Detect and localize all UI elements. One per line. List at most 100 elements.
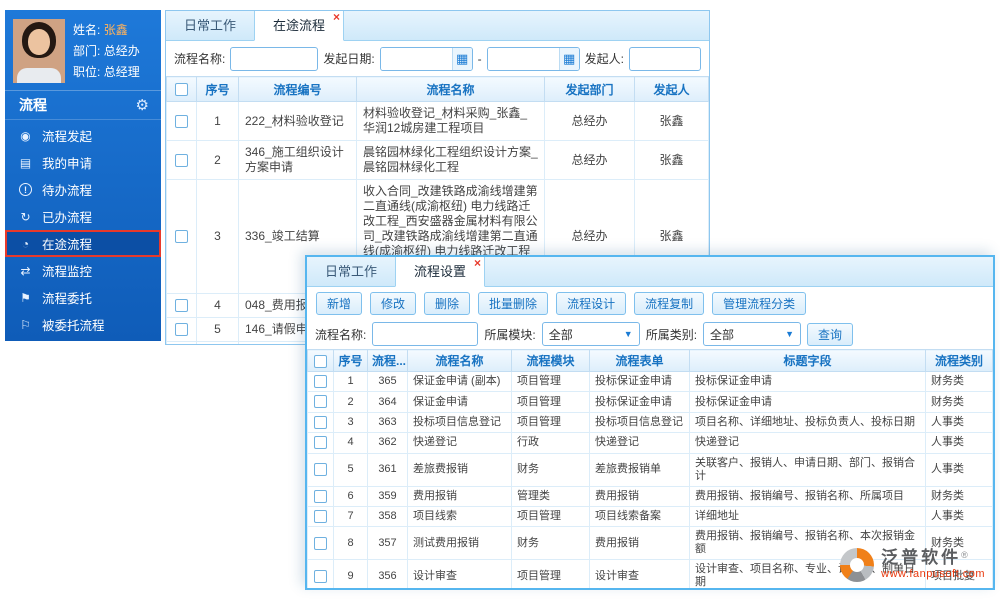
watermark-text: 泛普软件® www.fanpusoft.com [881, 548, 985, 582]
cell-name: 材料验收登记_材料采购_张鑫_华润12城房建工程项目 [356, 101, 545, 141]
cell-form: 投标项目信息登记 [589, 411, 690, 434]
tab-label: 日常工作 [325, 264, 378, 279]
cell-code: 356 [367, 559, 408, 588]
sidebar-item-process-delegate[interactable]: ⚑ 流程委托 [5, 284, 161, 311]
process-copy-button[interactable]: 流程复制 [634, 291, 705, 315]
tab-daily-work[interactable]: 日常工作 [307, 257, 395, 286]
col-header-module: 流程模块 [511, 349, 590, 372]
module-select[interactable]: 全部 ▼ [541, 322, 640, 346]
row-checkbox[interactable] [314, 510, 327, 524]
table-row[interactable]: 5 361 差旅费报销 财务 差旅费报销单 关联客户、报销人、申请日期、部门、报销合计 人事… [307, 452, 993, 487]
name-label: 姓名: [73, 23, 101, 37]
document-icon: ▤ [19, 155, 32, 170]
title-value: 总经理 [103, 65, 140, 79]
date-to-input[interactable] [487, 47, 559, 70]
cell-dept: 总经办 [544, 101, 635, 141]
close-icon[interactable]: × [333, 11, 340, 23]
modify-button[interactable]: 修改 [370, 291, 417, 315]
close-icon[interactable]: × [474, 257, 481, 269]
gear-icon[interactable]: ⚙ [136, 96, 149, 114]
table-row[interactable]: 6 359 费用报销 管理类 费用报销 费用报销、报销编号、报销名称、所属项目 财务类 [307, 485, 993, 508]
sidebar-item-my-applications[interactable]: ▤ 我的申请 [5, 149, 161, 176]
sidebar-item-process-monitor[interactable]: ⇄ 流程监控 [5, 257, 161, 284]
row-checkbox[interactable] [314, 375, 327, 388]
table-row[interactable]: 2 364 保证金申请 项目管理 投标保证金申请 投标保证金申请 财务类 [307, 391, 993, 413]
date-separator: - [477, 51, 482, 66]
row-checkbox[interactable] [314, 489, 327, 503]
date-from-field: ▦ [379, 46, 473, 71]
header-row: 序号 流程... 流程名称 流程模块 流程表单 标题字段 流程类别 [307, 349, 993, 372]
calendar-icon[interactable]: ▦ [558, 47, 579, 70]
cell-no: 7 [333, 506, 368, 528]
sidebar-item-delegated-processes[interactable]: ⚐ 被委托流程 [5, 311, 161, 338]
cell-category: 人事类 [925, 432, 993, 454]
sidebar-item-process-initiate[interactable]: ◉ 流程发起 [5, 122, 161, 149]
row-checkbox[interactable] [314, 462, 327, 476]
table-row[interactable]: 1 365 保证金申请 (副本) 项目管理 投标保证金申请 投标保证金申请 财务类 [307, 370, 993, 393]
cell-module: 财务 [511, 452, 590, 487]
cell-form: 费用报销 [589, 526, 690, 561]
process-name-input[interactable] [372, 322, 479, 346]
add-button[interactable]: 新增 [316, 291, 363, 315]
date-from-input[interactable] [380, 47, 452, 70]
sidebar-item-pending-processes[interactable]: ! 待办流程 [5, 176, 161, 203]
row-checkbox[interactable] [175, 323, 188, 337]
col-header-name: 流程名称 [356, 76, 545, 102]
back-filter-bar: 流程名称: 发起日期: ▦ - ▦ 发起人: [166, 41, 709, 76]
sidebar-item-completed-processes[interactable]: ↻ 已办流程 [5, 203, 161, 230]
row-checkbox[interactable] [175, 153, 188, 167]
tab-label: 日常工作 [184, 18, 237, 33]
row-checkbox[interactable] [314, 395, 327, 409]
manage-category-button[interactable]: 管理流程分类 [712, 291, 807, 315]
row-checkbox[interactable] [314, 415, 327, 429]
delegate-icon: ⚑ [20, 290, 31, 305]
tab-process-settings[interactable]: 流程设置 × [395, 257, 486, 287]
sidebar-item-in-transit-processes[interactable]: ◔ 在途流程 [5, 230, 161, 257]
process-name-input[interactable] [230, 46, 319, 71]
select-all-checkbox[interactable] [314, 354, 327, 368]
delete-button[interactable]: 删除 [424, 291, 471, 315]
row-checkbox[interactable] [314, 569, 327, 583]
cell-module: 财务 [511, 526, 590, 561]
cell-code: 357 [367, 526, 408, 561]
cell-category: 人事类 [925, 411, 993, 434]
row-checkbox[interactable] [314, 536, 327, 550]
cell-fields: 费用报销、报销编号、报销名称、所属项目 [689, 485, 926, 508]
tab-in-transit[interactable]: 在途流程 × [254, 11, 345, 41]
table-row[interactable]: 7 358 项目线索 项目管理 项目线索备案 详细地址 人事类 [307, 506, 993, 528]
cell-form: 设计审查 [589, 559, 690, 588]
table-row[interactable]: 1 222_材料验收登记 材料验收登记_材料采购_张鑫_华润12城房建工程项目 总经办… [166, 101, 709, 141]
table-row[interactable]: 4 362 快递登记 行政 快递登记 快递登记 人事类 [307, 432, 993, 454]
row-checkbox[interactable] [314, 436, 327, 450]
tab-daily-work[interactable]: 日常工作 [166, 11, 254, 40]
calendar-icon[interactable]: ▦ [451, 47, 472, 70]
row-checkbox[interactable] [175, 114, 188, 128]
cell-form: 投标保证金申请 [589, 370, 690, 393]
checkbox-cell [307, 411, 334, 434]
cell-fields: 详细地址 [689, 506, 926, 528]
checkbox-cell [307, 485, 334, 508]
select-all-checkbox[interactable] [175, 83, 188, 97]
row-checkbox[interactable] [175, 299, 188, 313]
cell-name: 测试费用报销 [407, 526, 512, 561]
batch-delete-button[interactable]: 批量删除 [478, 291, 549, 315]
initiator-input[interactable] [629, 46, 701, 71]
alert-icon: ! [19, 183, 32, 196]
checkbox-cell [307, 432, 334, 454]
profile-name: 姓名: 张鑫 [73, 20, 140, 41]
table-row[interactable]: 2 346_施工组织设计方案申请 晨铭园林绿化工程组织设计方案_晨铭园林绿化工程 总经… [166, 140, 709, 180]
category-select[interactable]: 全部 ▼ [703, 322, 802, 346]
cell-no: 1 [333, 370, 368, 393]
search-button[interactable]: 查询 [807, 322, 854, 346]
col-header-fields: 标题字段 [689, 349, 926, 372]
checkbox-cell [166, 293, 197, 318]
cell-code: 358 [367, 506, 408, 528]
col-header-initiator: 发起人 [634, 76, 709, 102]
cell-module: 项目管理 [511, 370, 590, 393]
row-checkbox[interactable] [175, 230, 188, 244]
cell-name: 项目线索 [407, 506, 512, 528]
checkbox-cell [166, 101, 197, 141]
process-design-button[interactable]: 流程设计 [556, 291, 627, 315]
table-row[interactable]: 3 363 投标项目信息登记 项目管理 投标项目信息登记 项目名称、详细地址、投标负责人、… [307, 411, 993, 434]
category-select-value: 全部 [710, 327, 735, 342]
